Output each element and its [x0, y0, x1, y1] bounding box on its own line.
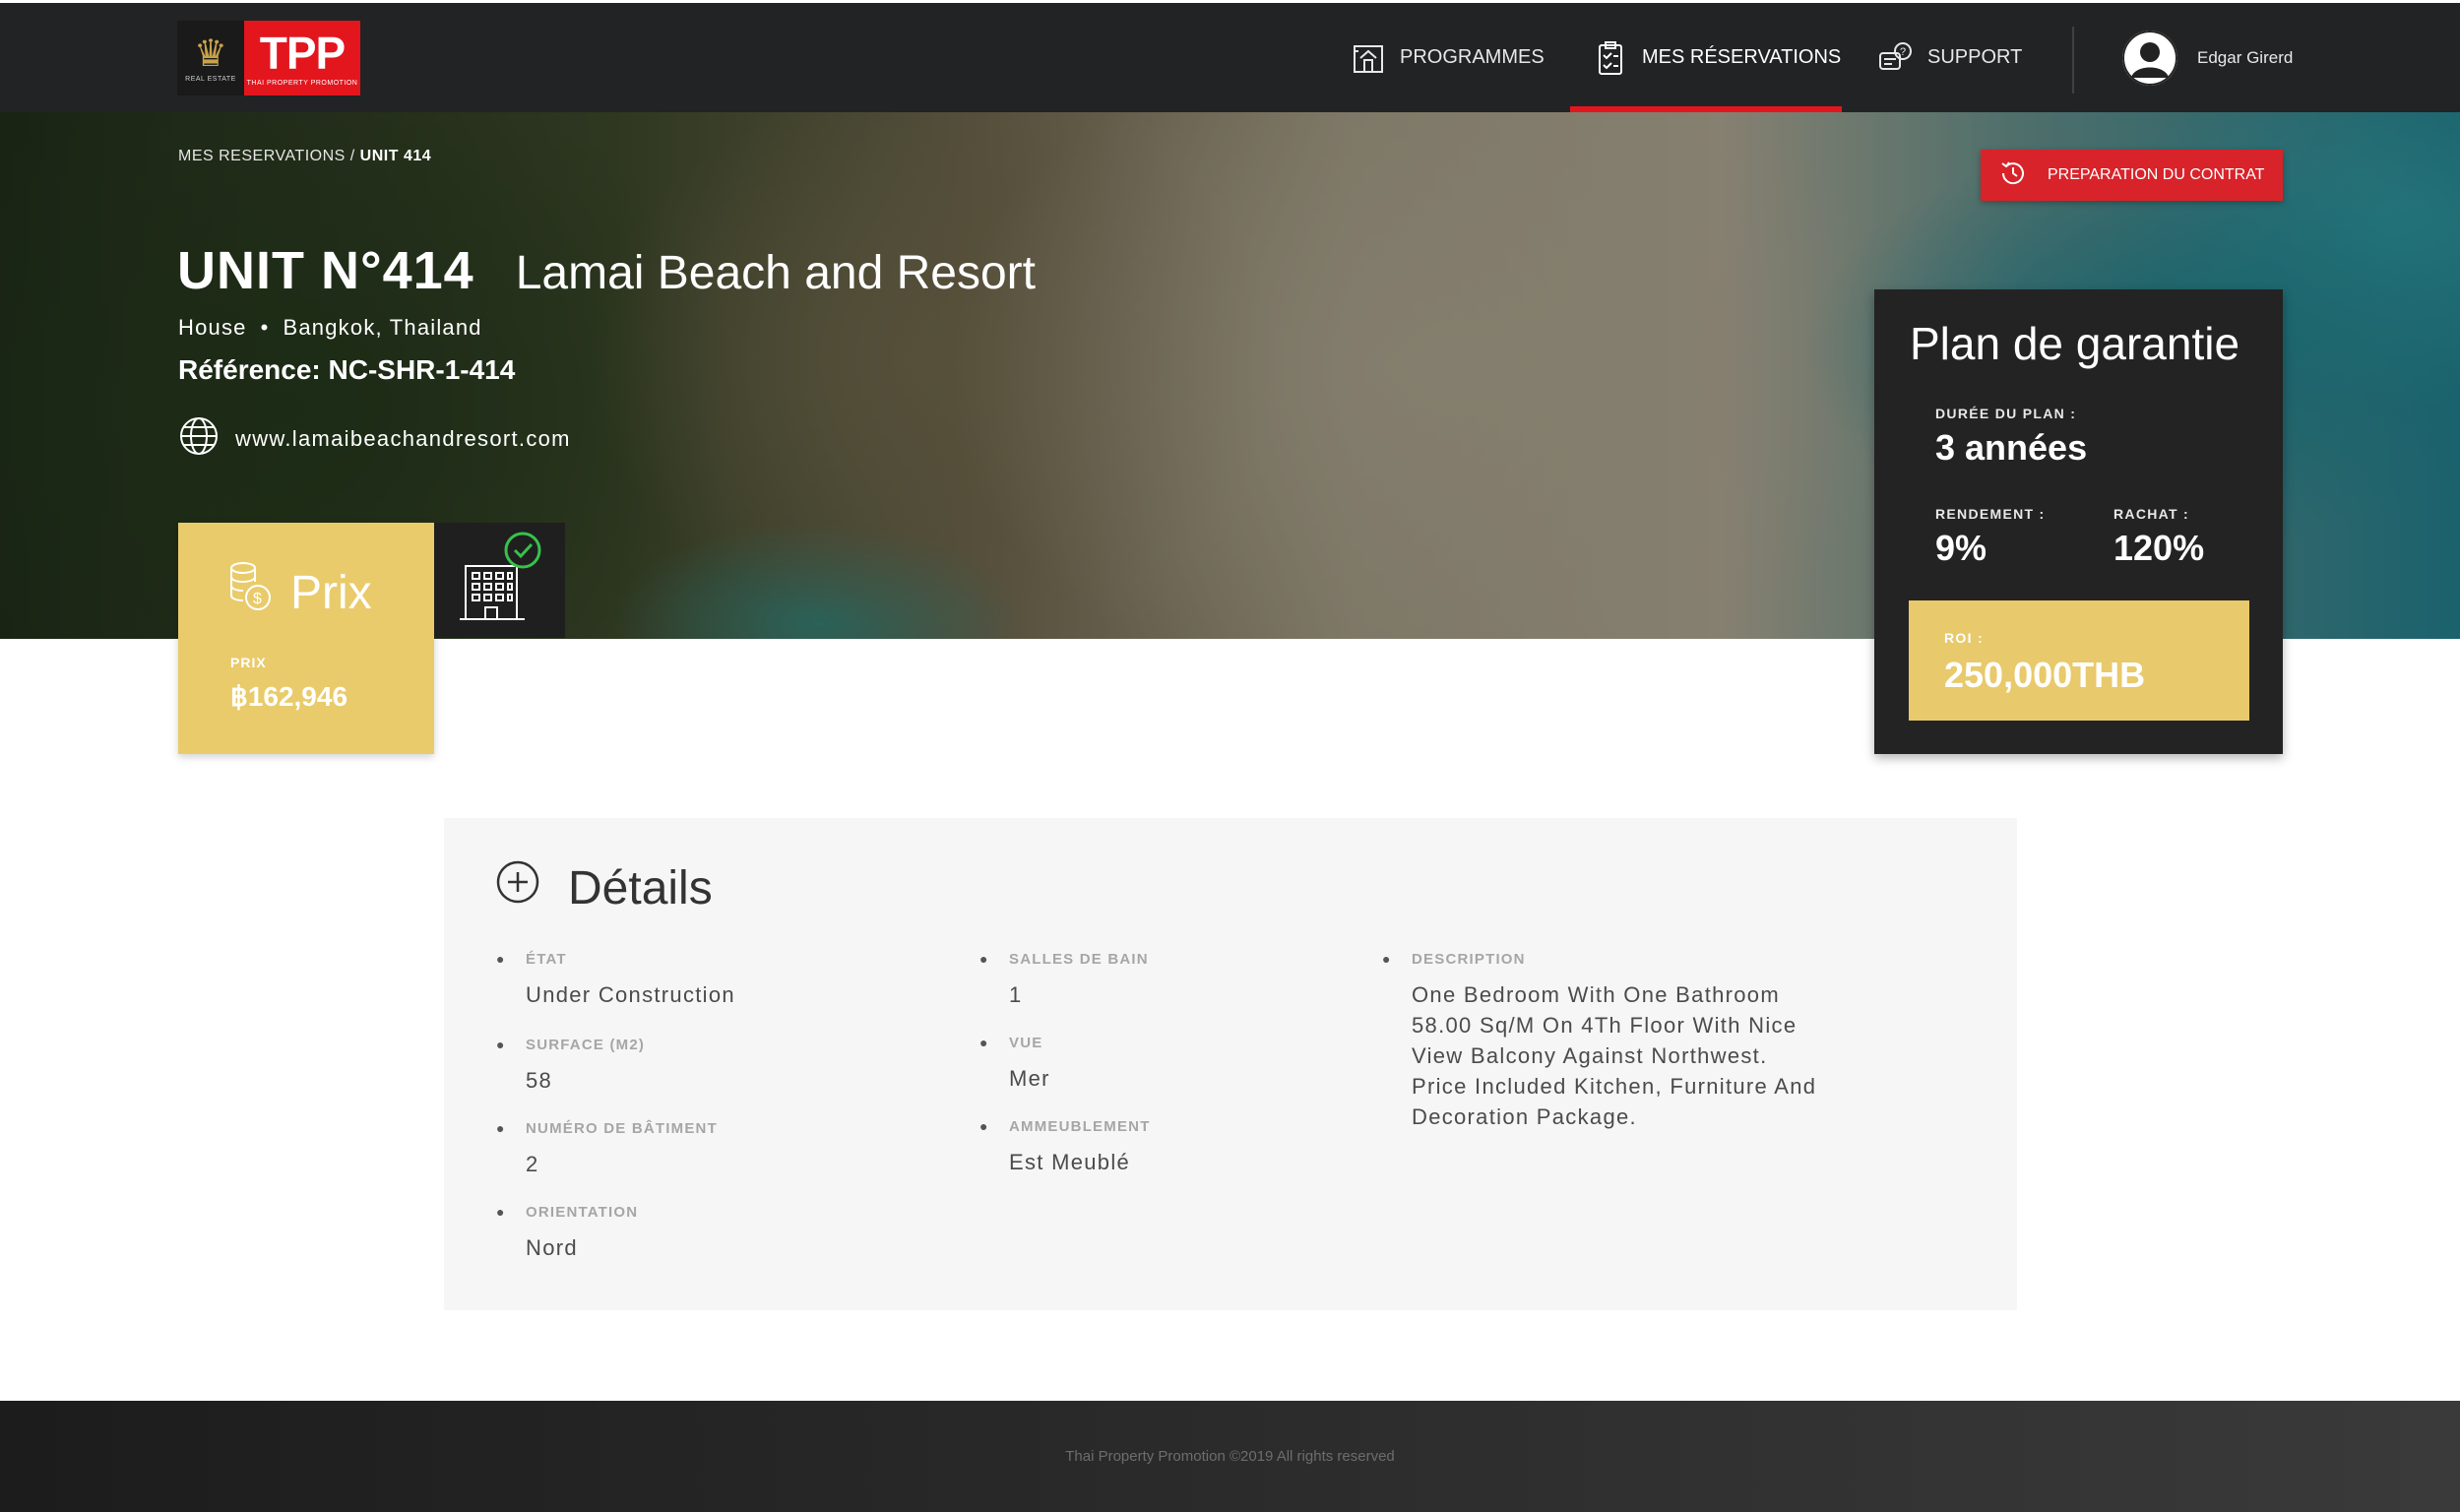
top-navbar: ♛ REAL ESTATE TPP THAI PROPERTY PROMOTIO…: [0, 0, 2460, 113]
clipboard-check-icon: [1593, 40, 1628, 76]
project-title: Lamai Beach and Resort: [515, 247, 1036, 299]
bullet: ●: [979, 951, 988, 967]
logo-small-text: REAL ESTATE: [185, 75, 236, 83]
field-value: 1: [1009, 982, 1023, 1007]
support-chat-icon: ?: [1878, 40, 1914, 76]
lotus-emblem-icon: ♛ REAL ESTATE: [177, 21, 244, 95]
field-label: ÉTAT: [526, 951, 567, 968]
bullet: ●: [496, 951, 505, 967]
nav-item-reservations[interactable]: MES RÉSERVATIONS: [1593, 3, 1841, 112]
unit-title: UNIT N°414: [177, 241, 474, 300]
field-value: Nord: [526, 1235, 578, 1260]
field-label: AMMEUBLEMENT: [1009, 1118, 1151, 1135]
logo-wordmark: TPP THAI PROPERTY PROMOTION: [244, 21, 360, 95]
nav-divider: [2072, 27, 2074, 94]
price-heading: Prix: [290, 566, 372, 619]
details-header[interactable]: Détails: [495, 859, 713, 916]
svg-text:?: ?: [1900, 46, 1906, 58]
logo-text: TPP: [259, 27, 346, 79]
plan-buyback-value: 120%: [2113, 528, 2205, 568]
breadcrumb-current: UNIT 414: [359, 148, 432, 164]
logo-subtext: THAI PROPERTY PROMOTION: [246, 79, 358, 87]
footer: Thai Property Promotion ©2019 All rights…: [0, 1401, 2460, 1512]
field-orientation: ● ORIENTATION Nord: [496, 1204, 639, 1263]
breadcrumb: MES RESERVATIONS / UNIT 414: [178, 148, 431, 165]
roi-label: ROI :: [1944, 630, 1984, 646]
plan-duration-label: DURÉE DU PLAN :: [1935, 406, 2077, 421]
field-label: NUMÉRO DE BÂTIMENT: [526, 1120, 718, 1137]
website-url[interactable]: www.lamaibeachandresort.com: [235, 426, 571, 452]
field-value: Est Meublé: [1009, 1150, 1131, 1174]
field-salles-de-bain: ● SALLES DE BAIN 1: [979, 951, 1149, 1010]
unit-type: House: [178, 315, 247, 340]
unit-location: Bangkok, Thailand: [283, 315, 482, 340]
unit-reference: Référence: NC-SHR-1-414: [178, 354, 516, 385]
unit-title-row: UNIT N°414 Lamai Beach and Resort: [177, 240, 1036, 301]
field-batiment: ● NUMÉRO DE BÂTIMENT 2: [496, 1120, 718, 1179]
bullet: ●: [979, 1118, 988, 1134]
field-label: SURFACE (M2): [526, 1037, 646, 1053]
svg-text:$: $: [253, 591, 262, 607]
roi-box: ROI : 250,000THB: [1909, 600, 2249, 721]
field-label: ORIENTATION: [526, 1204, 639, 1221]
field-etat: ● ÉTAT Under Construction: [496, 951, 735, 1010]
nav-item-support[interactable]: ? SUPPORT: [1878, 3, 2022, 112]
user-menu[interactable]: Edgar Girerd: [2122, 31, 2293, 86]
field-surface: ● SURFACE (M2) 58: [496, 1037, 646, 1096]
breadcrumb-separator: /: [349, 148, 355, 164]
meta-separator: •: [260, 315, 270, 340]
user-name: Edgar Girerd: [2197, 48, 2294, 67]
plan-duration-value: 3 années: [1935, 427, 2088, 468]
field-description: ● DESCRIPTION One Bedroom With One Bathr…: [1382, 951, 1825, 1132]
bullet: ●: [496, 1204, 505, 1220]
bullet: ●: [496, 1037, 505, 1052]
building-check-icon: [456, 529, 544, 632]
field-value: 2: [526, 1152, 539, 1176]
field-value: Under Construction: [526, 982, 735, 1007]
plan-buyback-label: RACHAT :: [2113, 506, 2190, 522]
avatar: [2122, 31, 2177, 86]
contract-status-button[interactable]: PREPARATION DU CONTRAT: [1981, 150, 2283, 201]
breadcrumb-parent[interactable]: MES RESERVATIONS: [178, 148, 346, 164]
history-clock-icon: [1998, 158, 2028, 193]
price-card: $ Prix PRIX ฿162,946: [178, 523, 434, 754]
plan-yield-label: RENDEMENT :: [1935, 506, 2046, 522]
plan-title: Plan de garantie: [1910, 318, 2240, 369]
building-status-tile[interactable]: [434, 523, 565, 638]
brand-logo[interactable]: ♛ REAL ESTATE TPP THAI PROPERTY PROMOTIO…: [177, 21, 360, 95]
field-value: Mer: [1009, 1066, 1050, 1091]
price-label: PRIX: [230, 655, 267, 670]
field-label: DESCRIPTION: [1412, 951, 1526, 968]
globe-icon: [178, 415, 220, 463]
plan-yield-value: 9%: [1935, 528, 1987, 568]
nav-label-reservations: MES RÉSERVATIONS: [1642, 46, 1842, 68]
field-label: VUE: [1009, 1035, 1043, 1051]
contract-status-label: PREPARATION DU CONTRAT: [2048, 166, 2265, 183]
coins-icon: $: [227, 560, 273, 625]
bullet: ●: [1382, 951, 1391, 967]
field-vue: ● VUE Mer: [979, 1035, 1050, 1094]
bullet: ●: [979, 1035, 988, 1050]
nav-item-programmes[interactable]: PROGRAMMES: [1351, 3, 1545, 112]
guarantee-plan-card: Plan de garantie DURÉE DU PLAN : 3 année…: [1874, 289, 2283, 754]
price-value: ฿162,946: [230, 681, 348, 712]
unit-meta: House • Bangkok, Thailand: [178, 315, 482, 341]
roi-value: 250,000THB: [1944, 655, 2146, 695]
bullet: ●: [496, 1120, 505, 1136]
field-ameublement: ● AMMEUBLEMENT Est Meublé: [979, 1118, 1151, 1177]
field-label: SALLES DE BAIN: [1009, 951, 1149, 968]
field-value: 58: [526, 1068, 553, 1093]
details-panel: Détails ● ÉTAT Under Construction ● SURF…: [444, 818, 2017, 1310]
footer-copyright: Thai Property Promotion ©2019 All rights…: [1065, 1448, 1395, 1465]
nav-label-support: SUPPORT: [1927, 46, 2023, 68]
plus-circle-icon[interactable]: [495, 859, 540, 916]
building-icon: [1351, 40, 1386, 76]
details-title: Détails: [568, 861, 713, 914]
nav-label-programmes: PROGRAMMES: [1400, 46, 1545, 68]
website-link[interactable]: www.lamaibeachandresort.com: [178, 415, 571, 463]
field-value: One Bedroom With One Bathroom 58.00 Sq/M…: [1412, 982, 1817, 1129]
